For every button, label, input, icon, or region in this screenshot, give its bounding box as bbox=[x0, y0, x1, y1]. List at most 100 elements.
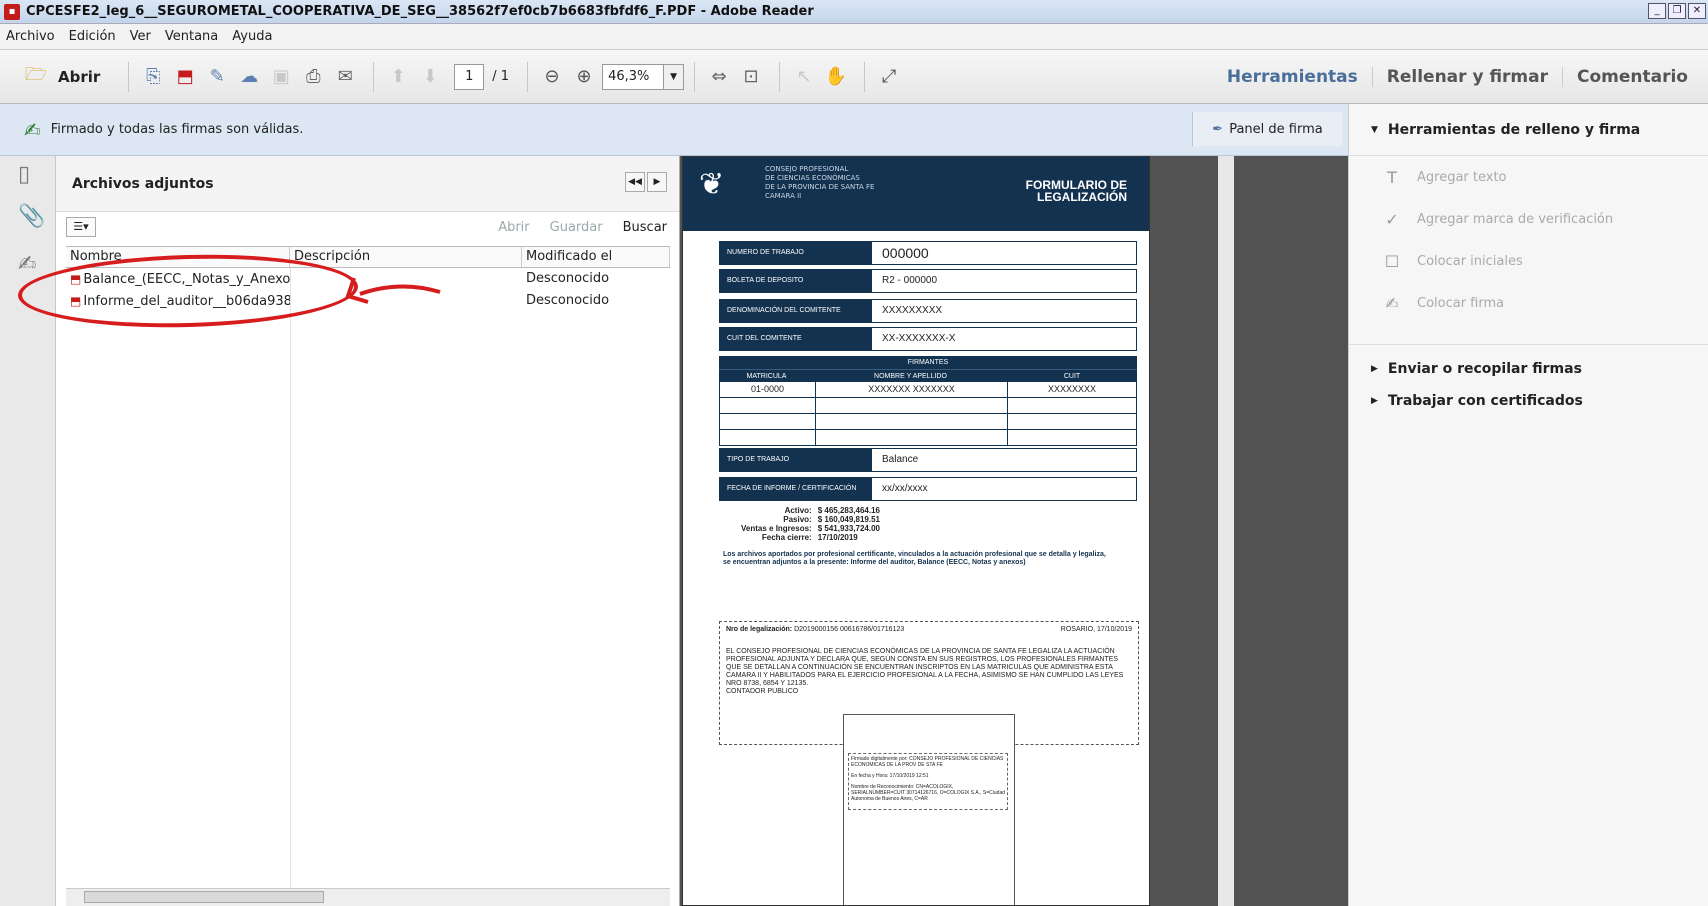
view-options-icon[interactable]: ☰▾ bbox=[66, 217, 96, 237]
expand-down-icon: ▼ bbox=[1371, 124, 1378, 135]
send-collect-signatures-section[interactable]: ▶ Enviar o recopilar firmas bbox=[1349, 353, 1708, 385]
add-checkmark-tool[interactable]: ✓ Agregar marca de verificación bbox=[1349, 198, 1708, 240]
print-icon[interactable]: ⎙ bbox=[299, 62, 327, 92]
attachment-search-button[interactable]: Buscar bbox=[623, 220, 667, 235]
attachments-header: Archivos adjuntos ◀◀ ▶ bbox=[56, 156, 679, 212]
signature-icon: ✍ bbox=[1385, 293, 1399, 313]
pdf-page: ❦ CONSEJO PROFESIONAL DE CIENCIAS ECONÓM… bbox=[682, 156, 1150, 906]
table-row[interactable]: ⬒ Balance_(EECC,_Notas_y_Anexo... Descono… bbox=[66, 268, 670, 290]
menu-ayuda[interactable]: Ayuda bbox=[232, 29, 272, 44]
certificates-section[interactable]: ▶ Trabajar con certificados bbox=[1349, 385, 1708, 417]
scrollbar-thumb[interactable] bbox=[84, 891, 324, 903]
edit-pdf-icon[interactable]: ✎ bbox=[203, 62, 231, 92]
column-header-name[interactable]: Nombre bbox=[66, 247, 290, 267]
table-row[interactable]: ⬒ Informe_del_auditor__b06da938... Descon… bbox=[66, 290, 670, 312]
organization-name: CONSEJO PROFESIONAL DE CIENCIAS ECONÓMIC… bbox=[765, 165, 875, 200]
signatures-icon[interactable]: ✍ bbox=[18, 252, 36, 277]
window-title: CPCESFE2_leg_6__SEGUROMETAL_COOPERATIVA_… bbox=[26, 4, 814, 19]
financial-totals: Activo: Pasivo: Ventas e Ingresos: Fecha… bbox=[741, 506, 880, 542]
attachments-title: Archivos adjuntos bbox=[72, 175, 214, 192]
adobe-reader-icon: ▪ bbox=[4, 3, 20, 20]
attachment-name: Informe_del_auditor__b06da938... bbox=[83, 294, 290, 309]
tab-rellenar-y-firmar[interactable]: Rellenar y firmar bbox=[1371, 67, 1562, 87]
digital-signature-stamp[interactable]: Firmado digitalmente por: CONSEJO PROFES… bbox=[843, 714, 1015, 905]
menu-edicion[interactable]: Edición bbox=[69, 29, 116, 44]
zoom-input[interactable]: 46,3% bbox=[602, 63, 665, 90]
checkmark-icon: ✓ bbox=[1385, 209, 1399, 229]
pages-icon[interactable]: ▯ bbox=[18, 162, 30, 187]
toolbar-separator bbox=[527, 61, 529, 92]
attachment-description bbox=[290, 268, 522, 290]
panel-divider bbox=[1349, 344, 1708, 345]
attachments-table: Nombre Descripción Modificado el ⬒ Balanc… bbox=[66, 246, 670, 312]
pdf-file-icon: ⬒ bbox=[70, 294, 82, 308]
document-vertical-scrollbar[interactable] bbox=[1218, 156, 1234, 906]
add-text-tool[interactable]: T Agregar texto bbox=[1349, 156, 1708, 198]
upload-cloud-icon[interactable]: ☁ bbox=[235, 62, 263, 92]
horizontal-scrollbar[interactable] bbox=[66, 888, 670, 906]
menu-ventana[interactable]: Ventana bbox=[165, 29, 218, 44]
cpce-logo: ❦ bbox=[699, 167, 725, 202]
attachment-modified: Desconocido bbox=[526, 271, 610, 286]
restore-icon[interactable]: ❐ bbox=[1668, 3, 1686, 19]
minimize-icon[interactable]: _ bbox=[1648, 3, 1666, 19]
fill-sign-panel: ▼ Herramientas de relleno y firma T Agre… bbox=[1348, 104, 1708, 906]
column-header-description[interactable]: Descripción bbox=[290, 247, 522, 267]
page-number-input[interactable]: 1 bbox=[454, 63, 485, 90]
tab-comentario[interactable]: Comentario bbox=[1562, 67, 1702, 87]
menu-archivo[interactable]: Archivo bbox=[6, 29, 55, 44]
column-header-modified[interactable]: Modificado el bbox=[522, 247, 670, 267]
export-pdf-icon[interactable]: ⬒ bbox=[171, 62, 199, 92]
place-initials-tool[interactable]: ☐ Colocar iniciales bbox=[1349, 240, 1708, 282]
zoom-out-icon[interactable]: ⊖ bbox=[538, 62, 566, 92]
attachments-toolbar: ☰▾ Abrir Guardar Buscar bbox=[56, 212, 679, 242]
toolbar-separator bbox=[864, 61, 866, 92]
title-bar: ▪ CPCESFE2_leg_6__SEGUROMETAL_COOPERATIV… bbox=[0, 0, 1708, 24]
collapse-panel-icon[interactable]: ◀◀ bbox=[625, 172, 645, 192]
field-fecha-informe: FECHA DE INFORME / CERTIFICACIÓN xx/xx/x… bbox=[719, 477, 1137, 501]
tab-herramientas[interactable]: Herramientas bbox=[1213, 67, 1372, 87]
attachment-save-button[interactable]: Guardar bbox=[550, 220, 603, 235]
toolbar-separator bbox=[128, 61, 130, 92]
toolbar-separator bbox=[779, 61, 781, 92]
text-icon: T bbox=[1387, 167, 1397, 187]
menu-bar: Archivo Edición Ver Ventana Ayuda bbox=[0, 24, 1708, 50]
previous-page-icon[interactable]: ⬆ bbox=[384, 62, 412, 92]
attachment-actions: Abrir Guardar Buscar bbox=[498, 220, 667, 235]
fill-sign-tools-header[interactable]: ▼ Herramientas de relleno y firma bbox=[1349, 104, 1708, 156]
initials-icon: ☐ bbox=[1384, 251, 1400, 271]
document-view[interactable]: ❦ CONSEJO PROFESIONAL DE CIENCIAS ECONÓM… bbox=[680, 156, 1348, 906]
form-header: ❦ CONSEJO PROFESIONAL DE CIENCIAS ECONÓM… bbox=[683, 157, 1149, 231]
table-header: Nombre Descripción Modificado el bbox=[66, 246, 670, 268]
next-page-icon[interactable]: ⬇ bbox=[416, 62, 444, 92]
zoom-dropdown-icon[interactable]: ▼ bbox=[664, 63, 685, 90]
column-divider bbox=[290, 268, 291, 898]
attachment-open-button[interactable]: Abrir bbox=[498, 220, 529, 235]
email-icon[interactable]: ✉ bbox=[331, 62, 359, 92]
full-screen-icon[interactable]: ⤢ bbox=[875, 62, 903, 92]
options-arrow-icon[interactable]: ▶ bbox=[647, 172, 667, 192]
window-controls: _ ❐ ✕ bbox=[1648, 3, 1706, 19]
place-signature-tool[interactable]: ✍ Colocar firma bbox=[1349, 282, 1708, 324]
save-icon[interactable]: ▣ bbox=[267, 62, 295, 92]
fit-page-icon[interactable]: ⊡ bbox=[737, 62, 765, 92]
menu-ver[interactable]: Ver bbox=[130, 29, 151, 44]
attachments-panel: Archivos adjuntos ◀◀ ▶ ☰▾ Abrir Guardar … bbox=[56, 156, 680, 906]
hand-tool-icon[interactable]: ✋ bbox=[822, 62, 850, 92]
form-title: FORMULARIO DE LEGALIZACIÓN bbox=[1025, 178, 1127, 204]
navigation-pane: ▯ 📎 ✍ bbox=[0, 156, 56, 906]
folder-open-icon[interactable]: 🗁 bbox=[22, 62, 50, 92]
page-total: / 1 bbox=[492, 69, 510, 84]
open-button[interactable]: Abrir bbox=[58, 68, 100, 86]
signature-status-bar: ✍ Firmado y todas las firmas son válidas… bbox=[0, 104, 1348, 156]
signature-panel-button[interactable]: ✒ Panel de firma bbox=[1192, 112, 1342, 146]
expand-right-icon: ▶ bbox=[1371, 396, 1378, 406]
close-icon[interactable]: ✕ bbox=[1688, 3, 1706, 19]
create-pdf-icon[interactable]: ⎘ bbox=[139, 62, 167, 92]
attachments-icon[interactable]: 📎 bbox=[18, 204, 45, 229]
task-pane-links: Herramientas Rellenar y firmar Comentari… bbox=[1213, 50, 1702, 104]
zoom-in-icon[interactable]: ⊕ bbox=[570, 62, 598, 92]
select-tool-icon[interactable]: ↖ bbox=[790, 62, 818, 92]
fit-width-icon[interactable]: ⇔ bbox=[705, 62, 733, 92]
toolbar-separator bbox=[373, 61, 375, 92]
